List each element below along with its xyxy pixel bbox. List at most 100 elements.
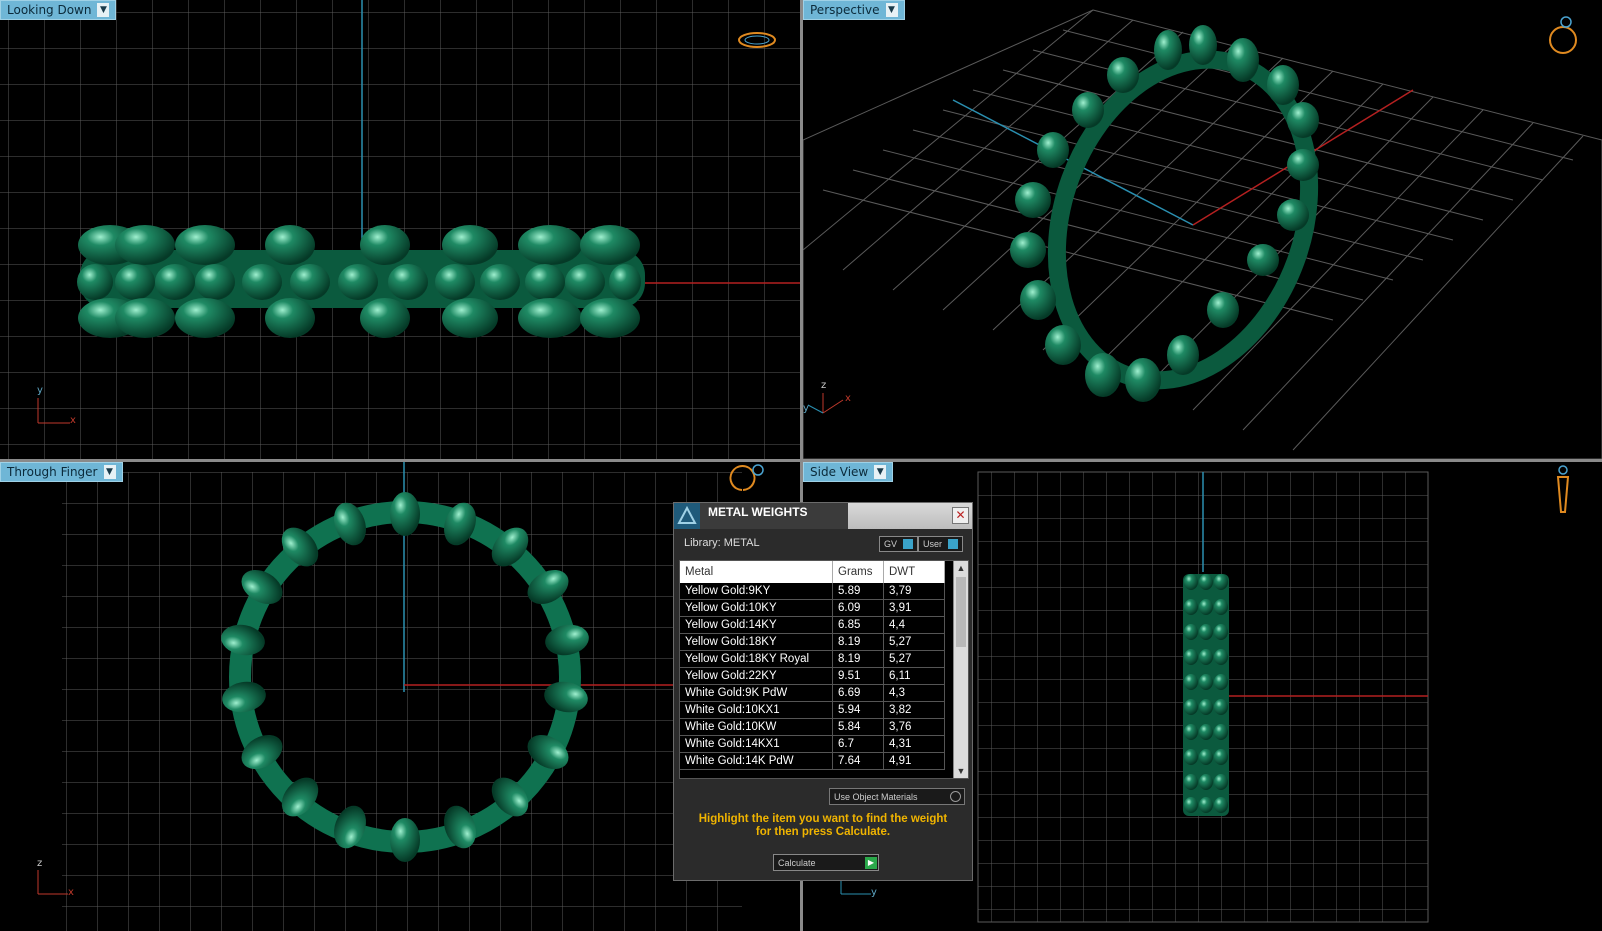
axis-label-x: x [845,393,851,404]
viewport-label-text: Perspective [810,3,880,17]
toggle-indicator-icon [903,539,914,549]
table-row[interactable]: Yellow Gold:18KY Royal 8.19 5,27 [680,650,945,668]
toggle-indicator-icon [948,539,959,549]
toggle-knob-icon [950,791,961,802]
viewport-label-text: Through Finger [7,465,98,479]
calculate-button[interactable]: Calculate ▶ [773,854,879,871]
scroll-down-icon[interactable]: ▼ [954,764,968,778]
grams-cell: 5.84 [832,718,884,736]
scroll-thumb[interactable] [956,577,966,647]
metal-table[interactable]: Metal Grams DWT Yellow Gold:9KY 5.89 3,79 Y… [679,560,969,779]
axis-gizmo-top-right [807,393,844,414]
viewport-label-through-finger[interactable]: Through Finger ▼ [0,462,123,482]
dropdown-arrow-icon[interactable]: ▼ [103,465,116,479]
metal-cell: White Gold:9K PdW [680,684,833,702]
dropdown-arrow-icon[interactable]: ▼ [874,465,887,479]
gv-label: GV [884,539,898,549]
table-row[interactable]: Yellow Gold:14KY 6.85 4,4 [680,616,945,634]
grams-cell: 9.51 [832,667,884,685]
table-row[interactable]: White Gold:10KW 5.84 3,76 [680,718,945,736]
viewport-label-side-view[interactable]: Side View ▼ [803,462,894,482]
dialog-title-bar[interactable]: METAL WEIGHTS ✕ [674,503,972,529]
ring-top-view[interactable] [77,225,645,338]
dwt-cell: 3,76 [883,718,945,736]
library-label: Library: METAL [684,537,760,549]
grams-cell: 6.69 [832,684,884,702]
column-header-grams[interactable]: Grams [832,561,884,583]
ring-perspective-view[interactable] [1010,24,1352,416]
looking-down-canvas [0,0,800,459]
dwt-cell: 4,4 [883,616,945,634]
table-row[interactable]: Yellow Gold:9KY 5.89 3,79 [680,583,945,600]
axis-label-x: x [68,887,74,898]
grams-cell: 8.19 [832,650,884,668]
viewport-splitter-horizontal[interactable] [0,459,1602,462]
column-header-dwt[interactable]: DWT [883,561,945,583]
viewport-label-looking-down[interactable]: Looking Down ▼ [0,0,117,20]
grams-cell: 6.7 [832,735,884,753]
grams-cell: 6.85 [832,616,884,634]
axis-label-y: y [803,403,809,414]
table-row[interactable]: White Gold:14KX1 6.7 4,31 [680,735,945,753]
dwt-cell: 5,27 [883,633,945,651]
dwt-cell: 4,91 [883,752,945,770]
grams-cell: 5.94 [832,701,884,719]
perspective-canvas [803,9,1602,459]
dwt-cell: 4,3 [883,684,945,702]
metal-cell: Yellow Gold:14KY [680,616,833,634]
calculate-go-icon: ▶ [865,856,877,869]
ring-gizmo-icon[interactable] [1549,16,1577,54]
table-scrollbar[interactable]: ▲ ▼ [953,561,968,778]
calculate-label: Calculate [778,857,816,868]
user-toggle[interactable]: User [918,536,964,552]
perspective-grid [803,9,1602,459]
dwt-cell: 3,91 [883,599,945,617]
table-row[interactable]: White Gold:14K PdW 7.64 4,91 [680,752,945,770]
metal-cell: White Gold:14KX1 [680,735,833,753]
dropdown-arrow-icon[interactable]: ▼ [97,3,110,17]
dwt-cell: 4,31 [883,735,945,753]
grams-cell: 8.19 [832,633,884,651]
table-row[interactable]: White Gold:9K PdW 6.69 4,3 [680,684,945,702]
metal-weights-dialog[interactable]: METAL WEIGHTS ✕ Library: METAL GV User M… [673,502,973,881]
metal-cell: Yellow Gold:18KY Royal [680,650,833,668]
instruction-line-2: for then press Calculate. [755,826,891,838]
grams-cell: 7.64 [832,752,884,770]
viewport-looking-down[interactable]: y x Looking Down ▼ [0,0,800,459]
table-row[interactable]: Yellow Gold:18KY 8.19 5,27 [680,633,945,651]
metal-cell: White Gold:10KX1 [680,701,833,719]
ring-gizmo-icon[interactable] [1556,465,1570,513]
metal-cell: Yellow Gold:22KY [680,667,833,685]
instruction-line-1: Highlight the item you want to find the … [698,813,948,825]
viewport-label-perspective[interactable]: Perspective ▼ [803,0,905,20]
metal-cell: White Gold:14K PdW [680,752,833,770]
viewport-perspective[interactable]: z x y Perspective ▼ [803,0,1602,459]
instruction-text: Highlight the item you want to find the … [684,813,962,839]
column-header-metal[interactable]: Metal [680,561,833,583]
table-row[interactable]: Yellow Gold:22KY 9.51 6,11 [680,667,945,685]
axis-label-x: x [70,415,76,426]
metal-weights-logo-icon [674,503,700,529]
grams-cell: 6.09 [832,599,884,617]
dropdown-arrow-icon[interactable]: ▼ [885,3,898,17]
axis-label-y: y [37,385,43,396]
gv-toggle[interactable]: GV [879,536,919,552]
scroll-up-icon[interactable]: ▲ [954,561,968,575]
axis-label-y: y [871,887,877,898]
table-row[interactable]: White Gold:10KX1 5.94 3,82 [680,701,945,719]
grams-cell: 5.89 [832,583,884,600]
dwt-cell: 3,82 [883,701,945,719]
axis-label-z: z [37,858,43,869]
viewport-label-text: Side View [810,465,869,479]
close-icon[interactable]: ✕ [952,507,969,524]
metal-cell: Yellow Gold:9KY [680,583,833,600]
dwt-cell: 6,11 [883,667,945,685]
metal-cell: Yellow Gold:10KY [680,599,833,617]
metal-cell: Yellow Gold:18KY [680,633,833,651]
metal-cell: White Gold:10KW [680,718,833,736]
user-label: User [923,539,943,549]
table-row[interactable]: Yellow Gold:10KY 6.09 3,91 [680,599,945,617]
use-object-materials-toggle[interactable]: Use Object Materials [829,788,965,805]
ring-side-view[interactable] [1183,574,1229,816]
axis-label-z: z [821,380,827,391]
